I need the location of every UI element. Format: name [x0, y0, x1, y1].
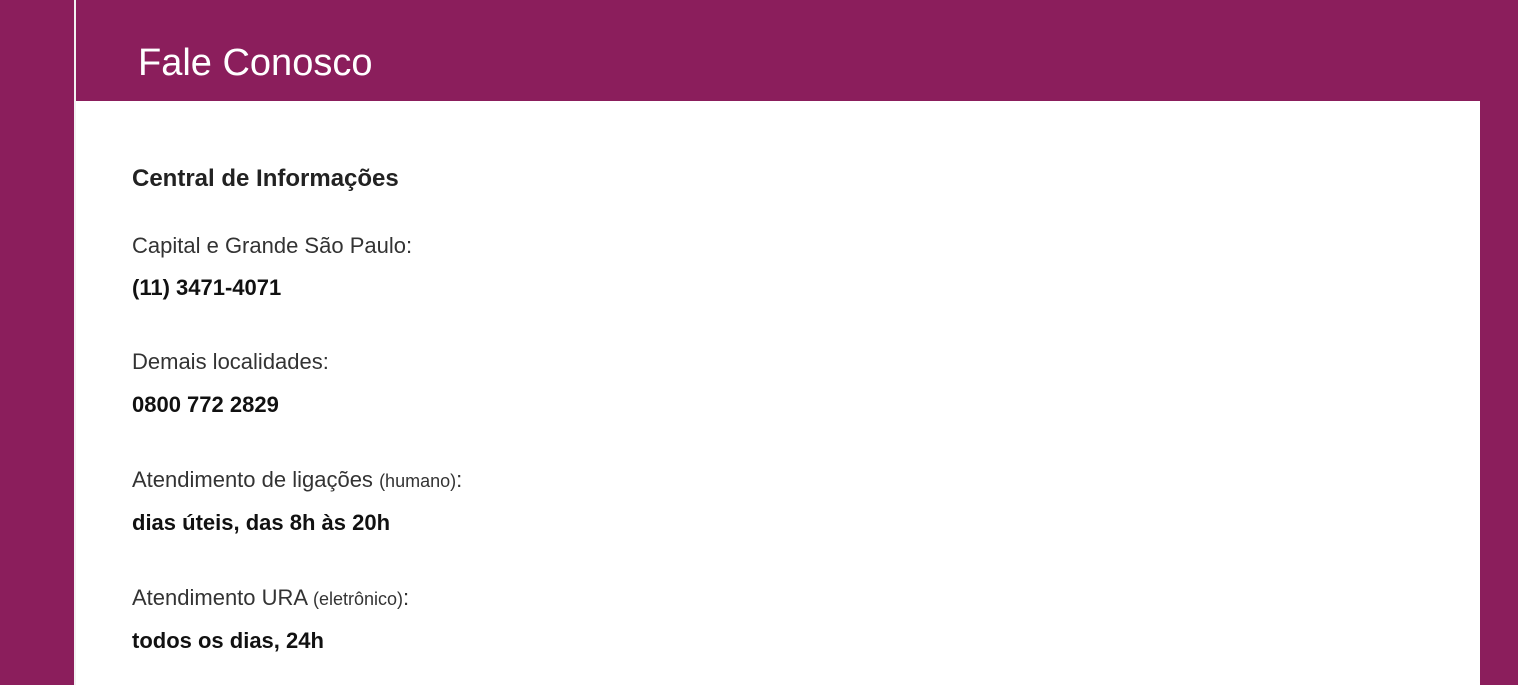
ligacoes-label-main: Atendimento de ligações	[132, 467, 380, 492]
section-title: Central de Informações	[132, 165, 399, 192]
ligacoes-hours: dias úteis, das 8h às 20h	[132, 510, 391, 535]
panel-header: Fale Conosco	[76, 0, 1480, 101]
contact-panel: Central de Informações Capital e Grande …	[76, 101, 1480, 685]
capital-label: Capital e Grande São Paulo:	[132, 233, 413, 258]
page-title: Fale Conosco	[138, 42, 373, 84]
ura-label-main: Atendimento URA	[132, 585, 313, 610]
ura-hours: todos os dias, 24h	[132, 628, 324, 653]
demais-label: Demais localidades:	[132, 349, 329, 374]
ligacoes-label-note: (humano)	[379, 471, 457, 491]
demais-phone: 0800 772 2829	[132, 392, 279, 417]
ura-label-note: (eletrônico)	[312, 589, 404, 609]
ligacoes-label: Atendimento de ligações (humano):	[132, 467, 462, 493]
ura-label: Atendimento URA (eletrônico):	[132, 585, 409, 611]
ligacoes-label-end: :	[456, 467, 463, 492]
capital-phone: (11) 3471-4071	[132, 275, 282, 300]
ura-label-end: :	[403, 585, 410, 610]
